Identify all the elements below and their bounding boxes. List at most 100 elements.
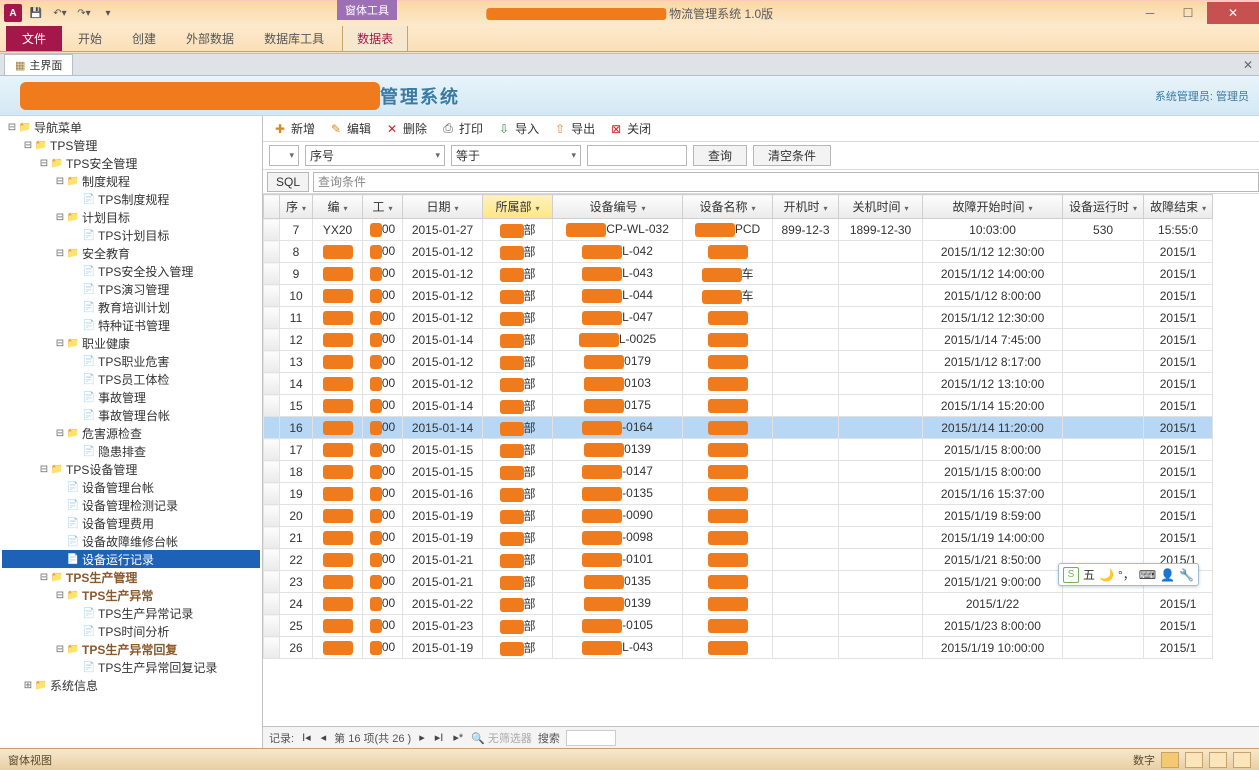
- nav-last-button[interactable]: ▸I: [433, 731, 446, 744]
- cell[interactable]: -0101: [553, 549, 683, 571]
- cell[interactable]: [264, 461, 280, 483]
- table-row[interactable]: 18002015-01-15部-01472015/1/15 8:00:00201…: [264, 461, 1213, 483]
- cell[interactable]: [264, 593, 280, 615]
- cell[interactable]: [773, 615, 839, 637]
- cell[interactable]: 2015/1: [1144, 505, 1213, 527]
- nav-new-button[interactable]: ▸*: [451, 731, 465, 744]
- cell[interactable]: [313, 395, 363, 417]
- cell[interactable]: 00: [363, 483, 403, 505]
- cell[interactable]: 2015/1: [1144, 351, 1213, 373]
- filter-logic-combo[interactable]: [269, 145, 299, 166]
- doc-tab-main[interactable]: ▦ 主界面: [4, 54, 73, 75]
- maximize-button[interactable]: ☐: [1169, 2, 1207, 24]
- cell[interactable]: 00: [363, 615, 403, 637]
- cell[interactable]: [773, 307, 839, 329]
- cell[interactable]: 00: [363, 461, 403, 483]
- data-grid[interactable]: 序编工日期所属部设备编号设备名称开机时关机时间故障开始时间设备运行时故障结束7Y…: [263, 194, 1259, 726]
- cell[interactable]: [683, 593, 773, 615]
- cell[interactable]: 2015/1/12 13:10:00: [923, 373, 1063, 395]
- cell[interactable]: 2015/1: [1144, 241, 1213, 263]
- tree-node[interactable]: 📄设备运行记录: [2, 550, 260, 568]
- cell[interactable]: 00: [363, 527, 403, 549]
- cell[interactable]: 2015/1: [1144, 615, 1213, 637]
- tree-node[interactable]: ⊟📁安全教育: [2, 244, 260, 262]
- tree-node[interactable]: 📄TPS时间分析: [2, 622, 260, 640]
- cell[interactable]: 2015-01-15: [403, 461, 483, 483]
- cell[interactable]: [839, 637, 923, 659]
- cell[interactable]: [1063, 263, 1144, 285]
- tree-node[interactable]: ⊟📁TPS生产异常回复: [2, 640, 260, 658]
- table-row[interactable]: 25002015-01-23部-01052015/1/23 8:00:00201…: [264, 615, 1213, 637]
- search-input[interactable]: [566, 730, 616, 746]
- cell[interactable]: [1063, 285, 1144, 307]
- ime-toolbar[interactable]: S 五 🌙 °， ⌨ 👤 🔧: [1058, 563, 1199, 586]
- ribbon-tab-external[interactable]: 外部数据: [172, 26, 248, 51]
- cell[interactable]: 部: [483, 241, 553, 263]
- cell[interactable]: 2015-01-21: [403, 571, 483, 593]
- cell[interactable]: [313, 329, 363, 351]
- cell[interactable]: [773, 263, 839, 285]
- cell[interactable]: 14: [280, 373, 313, 395]
- cell[interactable]: [773, 637, 839, 659]
- cell[interactable]: 2015/1: [1144, 417, 1213, 439]
- ime-user-icon[interactable]: 👤: [1160, 568, 1175, 582]
- cell[interactable]: [839, 351, 923, 373]
- cell[interactable]: 2015-01-23: [403, 615, 483, 637]
- nav-prev-button[interactable]: ◂: [319, 731, 329, 744]
- cell[interactable]: [313, 439, 363, 461]
- tree-node[interactable]: ⊟📁TPS生产管理: [2, 568, 260, 586]
- cell[interactable]: [313, 285, 363, 307]
- cell[interactable]: 2015/1/22: [923, 593, 1063, 615]
- cell[interactable]: [683, 395, 773, 417]
- cell[interactable]: -0135: [553, 483, 683, 505]
- column-header[interactable]: 开机时: [773, 195, 839, 219]
- table-row[interactable]: 19002015-01-16部-01352015/1/16 15:37:0020…: [264, 483, 1213, 505]
- cell[interactable]: 16: [280, 417, 313, 439]
- column-header[interactable]: 日期: [403, 195, 483, 219]
- cell[interactable]: 00: [363, 263, 403, 285]
- cell[interactable]: 2015-01-12: [403, 241, 483, 263]
- tree-node[interactable]: 📄设备管理检测记录: [2, 496, 260, 514]
- cell[interactable]: -0090: [553, 505, 683, 527]
- sql-input[interactable]: 查询条件: [313, 172, 1259, 192]
- tree-node[interactable]: ⊞📁系统信息: [2, 676, 260, 694]
- cell[interactable]: 2015/1/15 8:00:00: [923, 461, 1063, 483]
- cell[interactable]: 22: [280, 549, 313, 571]
- cell[interactable]: 15:55:0: [1144, 219, 1213, 241]
- cell[interactable]: 2015/1/14 7:45:00: [923, 329, 1063, 351]
- cell[interactable]: [264, 505, 280, 527]
- cell[interactable]: [1063, 505, 1144, 527]
- cell[interactable]: 2015/1: [1144, 439, 1213, 461]
- tree-node[interactable]: 📄TPS制度规程: [2, 190, 260, 208]
- cell[interactable]: L-042: [553, 241, 683, 263]
- cell[interactable]: 2015-01-19: [403, 637, 483, 659]
- nav-next-button[interactable]: ▸: [417, 731, 427, 744]
- cell[interactable]: 部: [483, 615, 553, 637]
- cell[interactable]: 00: [363, 417, 403, 439]
- column-header[interactable]: 关机时间: [839, 195, 923, 219]
- table-row[interactable]: 12002015-01-14部L-00252015/1/14 7:45:0020…: [264, 329, 1213, 351]
- column-header[interactable]: 所属部: [483, 195, 553, 219]
- cell[interactable]: [264, 439, 280, 461]
- ribbon-tab-start[interactable]: 开始: [64, 26, 116, 51]
- cell[interactable]: [313, 637, 363, 659]
- column-header[interactable]: 工: [363, 195, 403, 219]
- cell[interactable]: [1063, 439, 1144, 461]
- cell[interactable]: [264, 571, 280, 593]
- ribbon-tab-dbtools[interactable]: 数据库工具: [250, 26, 338, 51]
- table-row[interactable]: 21002015-01-19部-00982015/1/19 14:00:0020…: [264, 527, 1213, 549]
- cell[interactable]: 2015/1/15 8:00:00: [923, 439, 1063, 461]
- column-header[interactable]: 故障结束: [1144, 195, 1213, 219]
- cell[interactable]: 2015/1/14 11:20:00: [923, 417, 1063, 439]
- table-row[interactable]: 17002015-01-15部01392015/1/15 8:00:002015…: [264, 439, 1213, 461]
- cell[interactable]: 2015/1: [1144, 285, 1213, 307]
- cell[interactable]: 20: [280, 505, 313, 527]
- cell[interactable]: [313, 417, 363, 439]
- qat-more-icon[interactable]: ▾: [98, 3, 118, 23]
- cell[interactable]: [313, 307, 363, 329]
- file-tab[interactable]: 文件: [6, 26, 62, 51]
- table-row[interactable]: 14002015-01-12部01032015/1/12 13:10:00201…: [264, 373, 1213, 395]
- cell[interactable]: [313, 571, 363, 593]
- cell[interactable]: 10: [280, 285, 313, 307]
- cell[interactable]: [773, 285, 839, 307]
